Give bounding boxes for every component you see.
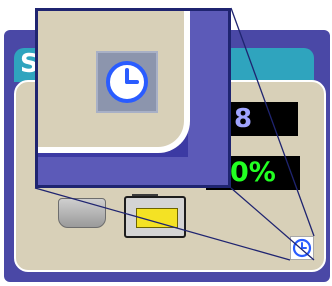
magnifier-inset	[35, 8, 231, 188]
zoomed-screenshot: S 8 0%	[0, 0, 332, 286]
clock-button[interactable]	[290, 236, 314, 260]
clock-icon	[106, 61, 148, 103]
magnified-frame-bottom	[38, 157, 228, 185]
display-screen	[136, 208, 178, 228]
magnified-clock-button[interactable]	[96, 51, 158, 113]
clock-icon	[292, 238, 312, 258]
device-icon[interactable]	[58, 198, 106, 228]
